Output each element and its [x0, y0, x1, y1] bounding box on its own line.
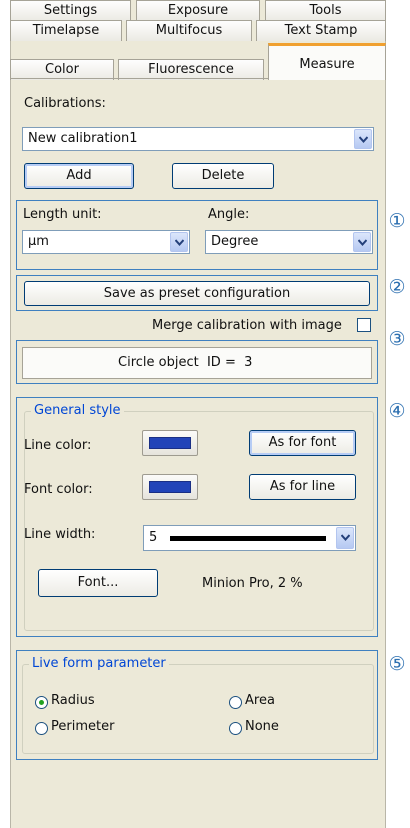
font-color-label: Font color:	[24, 482, 93, 497]
live-form-group: Live form parameter	[22, 656, 374, 754]
calibrations-label: Calibrations:	[24, 96, 106, 111]
font-color-swatch[interactable]	[142, 474, 198, 500]
angle-value: Degree	[211, 234, 259, 249]
tab-measure[interactable]: Measure	[268, 43, 386, 80]
area-radio[interactable]	[229, 696, 242, 709]
object-info-text: Circle object ID = 3	[118, 355, 253, 370]
tab-timelapse[interactable]: Timelapse	[10, 20, 122, 41]
line-color-fill	[149, 437, 191, 449]
as-for-line-button[interactable]: As for line	[249, 474, 356, 500]
merge-calibration-checkbox[interactable]	[357, 318, 371, 332]
chevron-down-icon[interactable]	[336, 527, 354, 549]
font-button[interactable]: Font...	[38, 569, 158, 597]
live-form-title: Live form parameter	[29, 656, 169, 671]
delete-calibration-button[interactable]: Delete	[172, 163, 274, 189]
perimeter-label: Perimeter	[51, 719, 115, 734]
font-color-fill	[149, 481, 191, 493]
tab-multifocus[interactable]: Multifocus	[126, 20, 252, 41]
line-width-preview	[170, 536, 326, 541]
tab-color[interactable]: Color	[10, 59, 114, 80]
length-unit-label: Length unit:	[23, 207, 102, 222]
marker-4: ④	[388, 400, 406, 422]
angle-label: Angle:	[208, 207, 250, 222]
tab-exposure[interactable]: Exposure	[136, 0, 260, 21]
font-info: Minion Pro, 2 %	[202, 576, 303, 591]
length-unit-select[interactable]: µm	[22, 230, 190, 254]
none-label: None	[245, 719, 279, 734]
marker-2: ②	[388, 276, 406, 298]
chevron-down-icon[interactable]	[353, 232, 371, 252]
tab-row-2: Timelapse Multifocus Text Stamp	[10, 20, 386, 41]
tab-fluorescence[interactable]: Fluorescence	[118, 59, 264, 80]
tab-row-3: Color Fluorescence Measure	[10, 43, 386, 80]
line-color-label: Line color:	[24, 438, 92, 453]
radius-radio[interactable]	[35, 696, 48, 709]
line-width-value: 5	[149, 530, 158, 545]
marker-3: ③	[388, 328, 406, 350]
length-unit-value: µm	[28, 234, 49, 249]
general-style-title: General style	[31, 403, 124, 418]
line-width-label: Line width:	[24, 527, 96, 542]
perimeter-radio[interactable]	[35, 722, 48, 735]
line-width-select[interactable]: 5	[143, 525, 356, 551]
angle-select[interactable]: Degree	[205, 230, 373, 254]
tab-text-stamp[interactable]: Text Stamp	[256, 20, 386, 41]
chevron-down-icon[interactable]	[170, 232, 188, 252]
marker-1: ①	[388, 210, 406, 232]
chevron-down-icon[interactable]	[354, 129, 372, 149]
save-preset-button[interactable]: Save as preset configuration	[24, 281, 370, 306]
add-calibration-button[interactable]: Add	[24, 163, 134, 189]
none-radio[interactable]	[229, 722, 242, 735]
marker-5: ⑤	[388, 653, 406, 675]
tab-tools[interactable]: Tools	[265, 0, 386, 21]
tab-row-1: Settings Exposure Tools	[10, 0, 386, 21]
calibration-select-value: New calibration1	[28, 131, 138, 146]
area-label: Area	[245, 693, 275, 708]
tab-settings[interactable]: Settings	[10, 0, 131, 21]
line-color-swatch[interactable]	[142, 430, 198, 456]
merge-calibration-label: Merge calibration with image	[152, 318, 342, 333]
as-for-font-button[interactable]: As for font	[249, 430, 356, 456]
radius-label: Radius	[51, 693, 95, 708]
calibration-select[interactable]: New calibration1	[22, 127, 374, 151]
